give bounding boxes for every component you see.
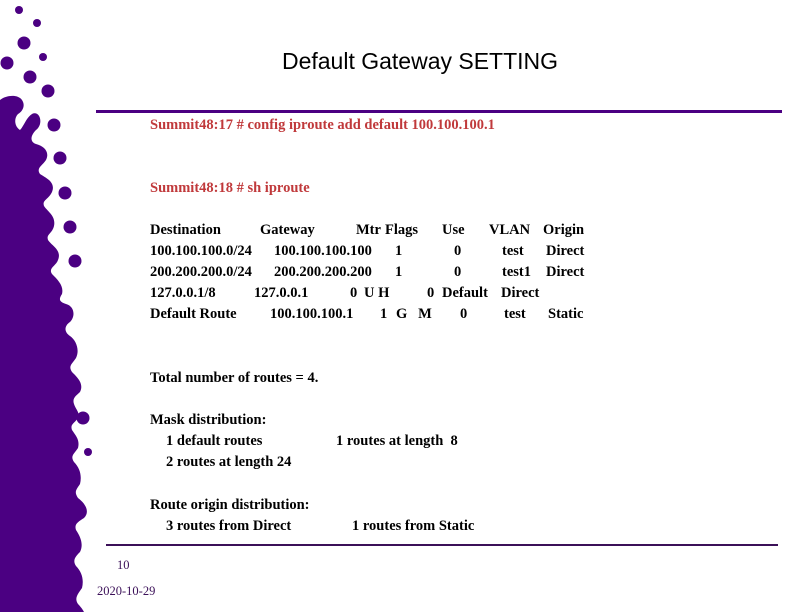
mask-item: 2 routes at length 24 xyxy=(166,454,292,470)
mask-item: 1 default routes xyxy=(166,433,263,449)
cell-flags: U H xyxy=(364,285,390,301)
header-mtr: Mtr xyxy=(356,222,381,238)
cell-use: 0 xyxy=(454,264,462,280)
cell-origin: Static xyxy=(548,306,584,322)
cell-mtr: 0 xyxy=(350,285,358,301)
decor-blob xyxy=(0,95,87,612)
header-flags: Flags xyxy=(385,222,419,238)
decor-dot xyxy=(53,151,67,165)
decor-dot xyxy=(47,118,61,132)
cell-destination: 100.100.100.0/24 xyxy=(150,243,252,259)
cell-mtr: 1 xyxy=(395,264,403,280)
decor-dot xyxy=(39,53,47,61)
cell-use: 0 xyxy=(460,306,468,322)
table-row: 200.200.200.0/24 200.200.200.200 1 0 tes… xyxy=(150,264,584,285)
header-gateway: Gateway xyxy=(260,222,315,238)
origin-item: 3 routes from Direct xyxy=(166,518,292,534)
table-row: 100.100.100.0/24 100.100.100.100 1 0 tes… xyxy=(150,243,584,264)
command-show-iproute: Summit48:18 # sh iproute xyxy=(150,180,310,196)
header-vlan: VLAN xyxy=(489,222,531,238)
cell-mtr: 1 xyxy=(395,243,403,259)
cell-gateway: 127.0.0.1 xyxy=(254,285,309,301)
cell-mtr: 1 xyxy=(380,306,388,322)
decor-dot xyxy=(0,56,14,70)
cell-gateway: 100.100.100.1 xyxy=(270,306,354,322)
slide-title: Default Gateway SETTING xyxy=(281,48,559,74)
slide-date: 2020-10-29 xyxy=(97,584,156,598)
cell-vlan: test xyxy=(502,243,524,259)
decor-dot xyxy=(76,411,90,425)
page-number: 10 xyxy=(117,558,130,572)
route-table: Destination Gateway Mtr Flags Use VLAN O… xyxy=(150,222,584,327)
cell-vlan: Default xyxy=(442,285,488,301)
cell-gateway: 100.100.100.100 xyxy=(274,243,372,259)
total-routes: Total number of routes = 4. xyxy=(150,370,319,386)
decor-dot xyxy=(58,186,72,200)
header-destination: Destination xyxy=(150,222,221,238)
mask-distribution-heading: Mask distribution: xyxy=(150,412,267,428)
cell-use: 0 xyxy=(427,285,435,301)
cell-origin: Direct xyxy=(501,285,540,301)
header-use: Use xyxy=(442,222,465,238)
cell-destination: 127.0.0.1/8 xyxy=(150,285,216,301)
table-row: 127.0.0.1/8 127.0.0.1 0 U H 0 Default Di… xyxy=(150,285,539,306)
decor-dot xyxy=(33,19,41,27)
decor-dot xyxy=(68,254,82,268)
decor-dot xyxy=(23,70,37,84)
decor-dot xyxy=(17,36,31,50)
decor-dot xyxy=(15,6,23,14)
table-row: Default Route 100.100.100.1 1 G M 0 test… xyxy=(150,306,583,327)
cell-vlan: test xyxy=(504,306,526,322)
decor-dot xyxy=(84,448,92,456)
footer-divider xyxy=(106,544,778,546)
route-table-header: Destination Gateway Mtr Flags Use VLAN O… xyxy=(150,222,584,243)
decor-dot xyxy=(41,84,55,98)
cell-vlan: test1 xyxy=(502,264,531,280)
cell-gateway: 200.200.200.200 xyxy=(274,264,372,280)
cell-origin: Direct xyxy=(546,243,585,259)
cell-origin: Direct xyxy=(546,264,585,280)
cell-use: 0 xyxy=(454,243,462,259)
cell-destination: Default Route xyxy=(150,306,237,322)
origin-distribution-heading: Route origin distribution: xyxy=(150,497,310,513)
cell-destination: 200.200.200.0/24 xyxy=(150,264,252,280)
origin-item: 1 routes from Static xyxy=(352,518,475,534)
cell-flags: G M xyxy=(396,306,432,322)
title-divider xyxy=(96,110,782,113)
header-origin: Origin xyxy=(543,222,585,238)
mask-item: 1 routes at length 8 xyxy=(336,433,458,449)
decor-dot xyxy=(63,220,77,234)
command-config-iproute: Summit48:17 # config iproute add default… xyxy=(150,117,495,133)
decorative-blob-border xyxy=(0,6,92,612)
